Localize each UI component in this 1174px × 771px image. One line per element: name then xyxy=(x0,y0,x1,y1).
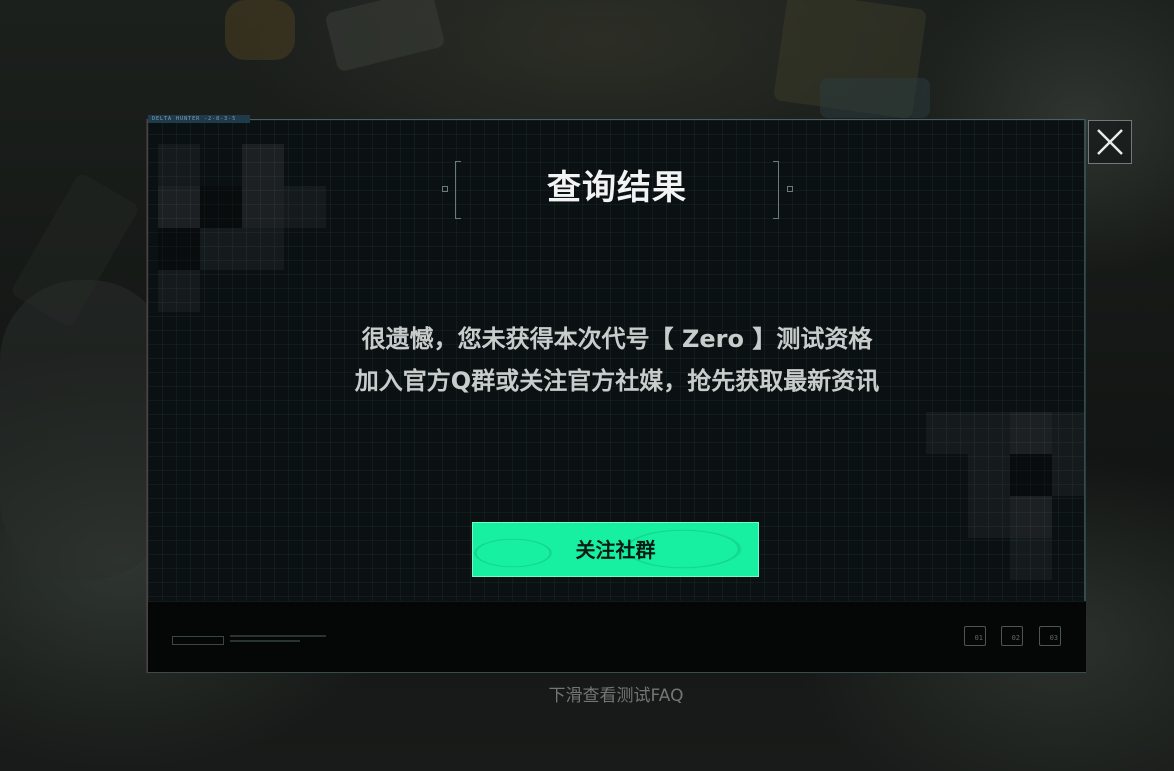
decor-tile xyxy=(1052,412,1084,454)
result-message-line-2: 加入官方Q群或关注官方社媒，抢先获取最新资讯 xyxy=(354,367,880,395)
decor-tile xyxy=(158,270,200,312)
background-decoration xyxy=(225,0,295,60)
decor-tile xyxy=(968,454,1010,496)
follow-community-button[interactable]: 关注社群 xyxy=(472,522,759,577)
footer-line-decoration xyxy=(230,640,300,642)
result-dialog: DELTA HUNTER -2-8-3-5 查询结果 很遗憾，您未获得本次代号【… xyxy=(147,115,1086,673)
dialog-tag: DELTA HUNTER -2-8-3-5 xyxy=(148,115,250,123)
footer-box: 01 xyxy=(964,626,986,646)
decor-tile xyxy=(1052,454,1084,496)
decor-tile xyxy=(200,228,242,270)
close-button[interactable] xyxy=(1088,120,1132,164)
decor-tile xyxy=(1010,538,1052,580)
result-message-line-1: 很遗憾，您未获得本次代号【 Zero 】测试资格 xyxy=(361,325,873,353)
dialog-footer: 01 02 03 xyxy=(148,601,1086,672)
decor-tile xyxy=(968,412,1010,454)
decor-tile xyxy=(242,228,284,270)
footer-tag-decoration xyxy=(172,636,224,645)
footer-box: 03 xyxy=(1039,626,1061,646)
decor-tile xyxy=(1010,496,1052,538)
dialog-title: 查询结果 xyxy=(547,168,687,208)
decor-tile xyxy=(1010,454,1052,496)
background-decoration xyxy=(820,78,930,118)
decor-tile xyxy=(926,412,968,454)
decor-tile xyxy=(968,496,1010,538)
dialog-top-line xyxy=(250,119,1084,120)
faq-scroll-hint[interactable]: 下滑查看测试FAQ xyxy=(0,684,1174,708)
footer-box: 02 xyxy=(1001,626,1023,646)
footer-line-decoration xyxy=(230,635,326,637)
page-background: DELTA HUNTER -2-8-3-5 查询结果 很遗憾，您未获得本次代号【… xyxy=(0,0,1174,771)
background-decoration xyxy=(324,0,446,73)
background-decoration xyxy=(0,280,170,580)
decor-tile xyxy=(1010,412,1052,454)
decor-tile xyxy=(158,228,200,270)
close-icon xyxy=(1097,129,1123,155)
